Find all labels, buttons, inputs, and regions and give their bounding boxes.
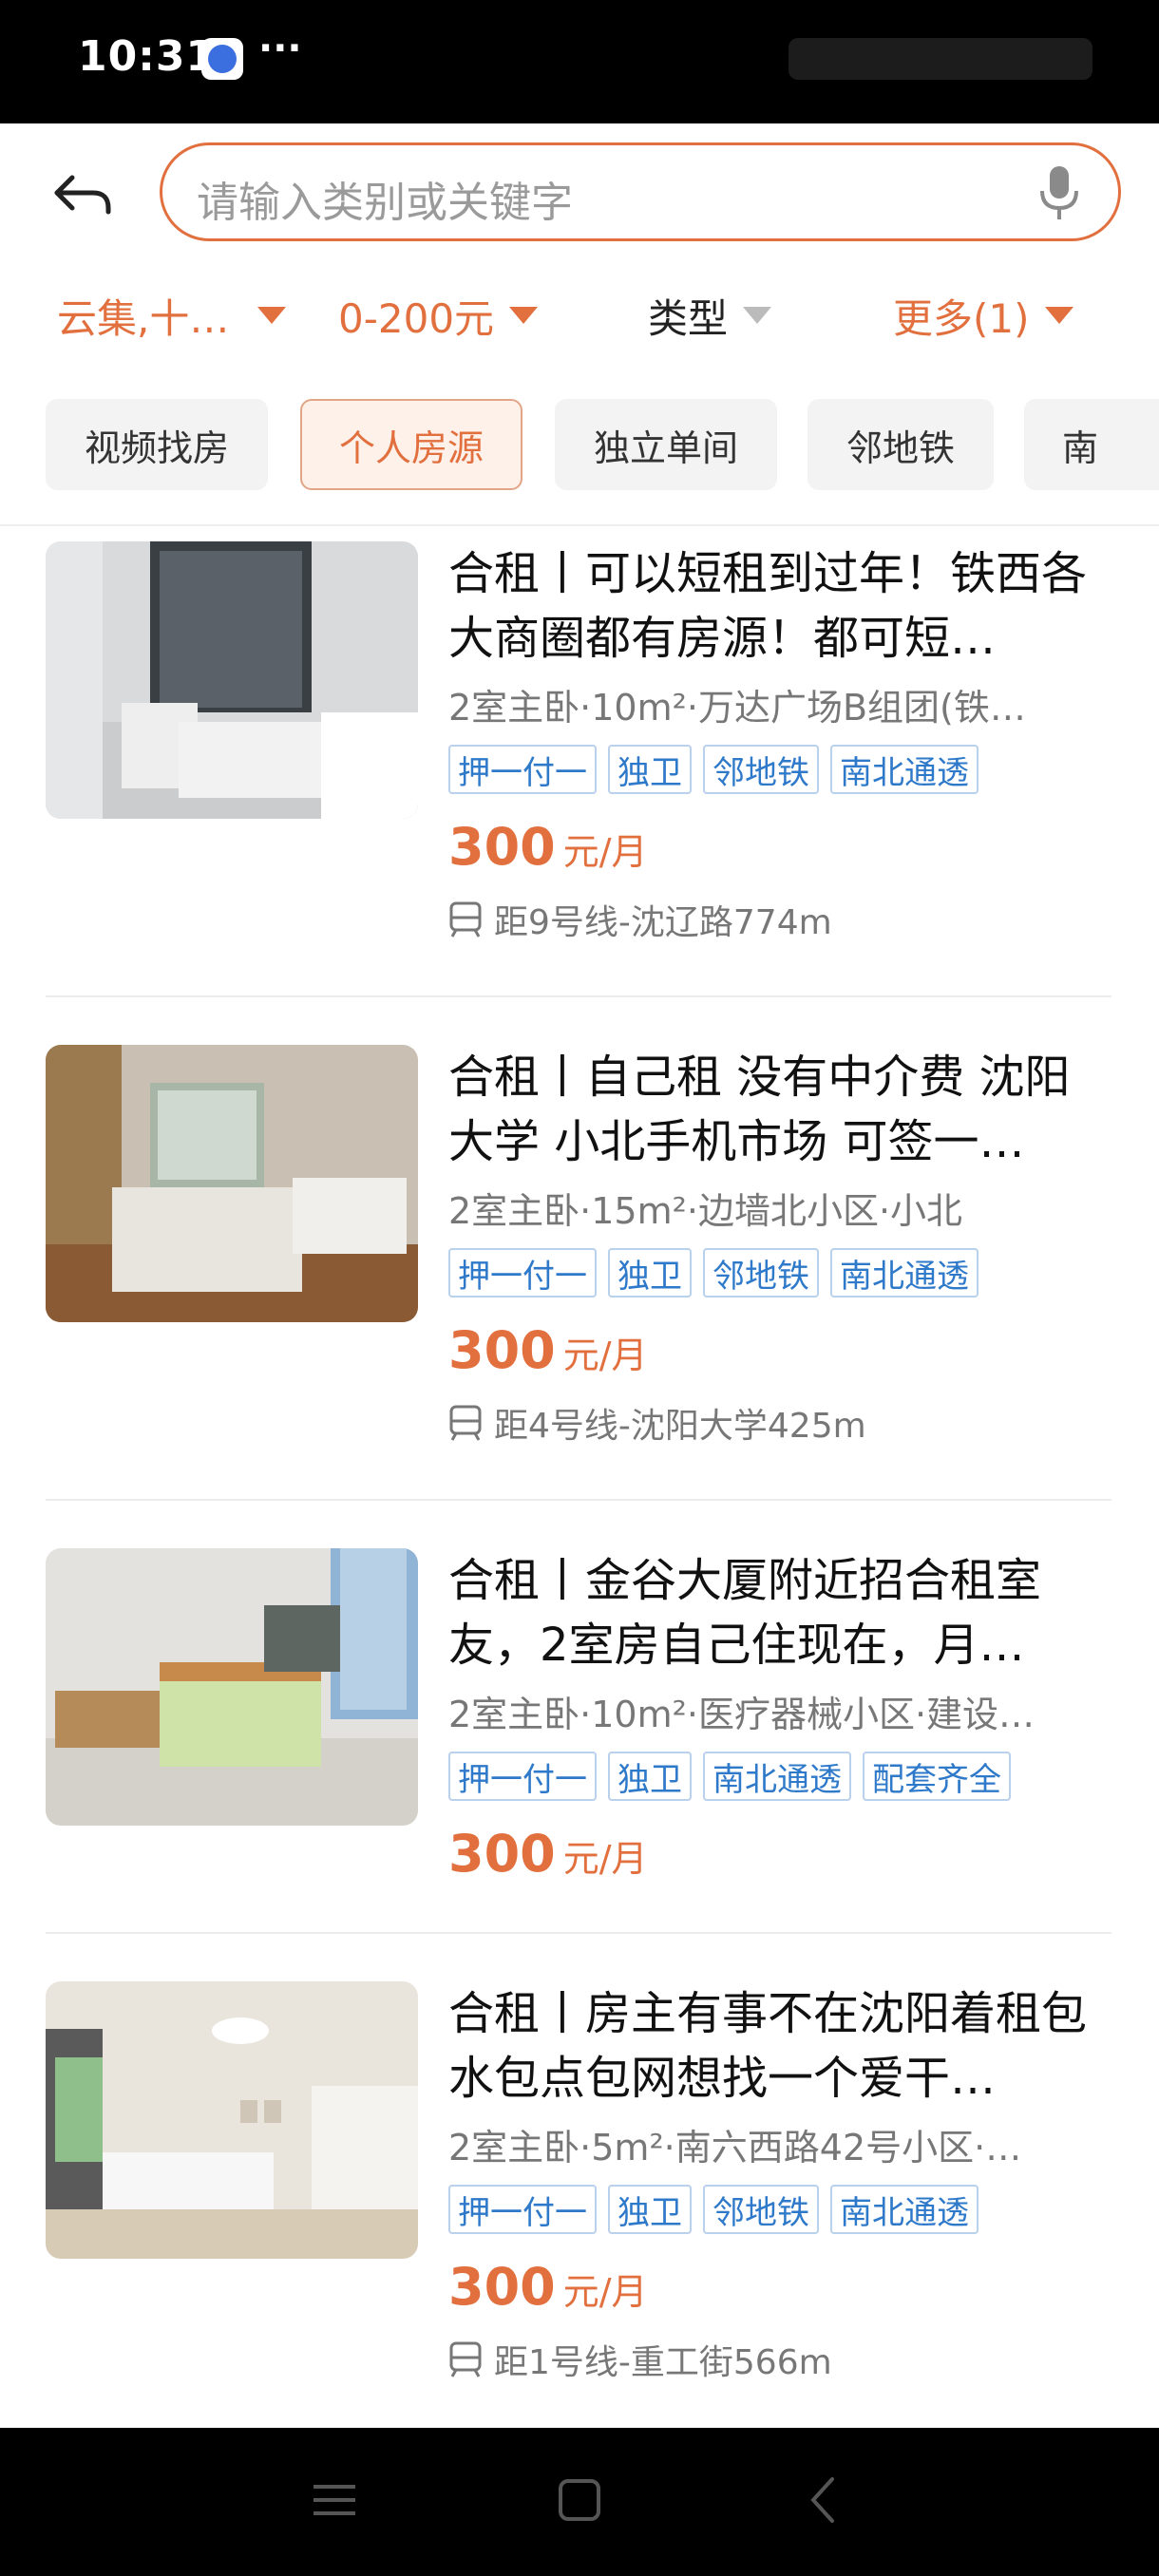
tag: 南北通透 (830, 745, 978, 794)
tag: 押一付一 (448, 1752, 597, 1801)
listing-subway: 距1号线-重工街566m (448, 2335, 832, 2384)
caret-down-icon (257, 307, 287, 324)
tag: 南北通透 (703, 1752, 851, 1801)
status-time: 10:31 (78, 32, 217, 81)
caret-down-icon (509, 307, 539, 324)
filter-more[interactable]: 更多(1) (893, 287, 1074, 344)
chip-south[interactable]: 南 (1024, 399, 1159, 490)
listing-price: 300 元/月 (448, 2257, 648, 2317)
listing-tags: 押一付一 独卫 南北通透 配套齐全 (448, 1752, 1011, 1801)
quick-tag-bar: 视频找房 个人房源 独立单间 邻地铁 南 (0, 388, 1159, 502)
listing-tags: 押一付一 独卫 邻地铁 南北通透 (448, 1248, 978, 1297)
filter-price-label: 0-200元 (338, 294, 495, 342)
microphone-icon[interactable] (1035, 164, 1084, 221)
listing-meta: 2室主卧·10m²·医疗器械小区·建设… (448, 1694, 1036, 1735)
tag: 南北通透 (830, 1248, 978, 1297)
divider (46, 1499, 1112, 1501)
listing-card[interactable]: 合租丨金谷大厦附近招合租室友，2室房自己住现在，月… 2室主卧·10m²·医疗器… (46, 1548, 1112, 1890)
divider (46, 1932, 1112, 1934)
tag: 独卫 (608, 1248, 692, 1297)
listing-tags: 押一付一 独卫 邻地铁 南北通透 (448, 745, 978, 794)
tag: 独卫 (608, 745, 692, 794)
tag: 邻地铁 (703, 745, 819, 794)
tag: 邻地铁 (703, 2185, 819, 2234)
tag: 配套齐全 (863, 1752, 1011, 1801)
listing-meta: 2室主卧·15m²·边墙北小区·小北 (448, 1190, 963, 1232)
price-value: 300 (448, 1824, 556, 1884)
system-nav-bar (0, 2428, 1159, 2576)
filter-price[interactable]: 0-200元 (338, 287, 539, 344)
price-value: 300 (448, 817, 556, 877)
search-input[interactable]: 请输入类别或关键字 (160, 142, 1121, 241)
baidu-app-icon (201, 38, 243, 80)
chip-single-room[interactable]: 独立单间 (555, 399, 777, 490)
subway-distance: 距4号线-沈阳大学425m (494, 1407, 866, 1446)
price-value: 300 (448, 2257, 556, 2317)
home-icon[interactable] (551, 2472, 608, 2529)
status-indicators (788, 38, 1092, 80)
filter-more-label: 更多(1) (893, 294, 1030, 342)
price-unit: 元/月 (562, 2271, 648, 2313)
listing-title: 合租丨金谷大厦附近招合租室友，2室房自己住现在，月… (448, 1554, 1042, 1672)
listing-tags: 押一付一 独卫 邻地铁 南北通透 (448, 2185, 978, 2234)
listing-photo (46, 541, 418, 819)
tag: 独卫 (608, 2185, 692, 2234)
subway-icon (449, 901, 482, 938)
listing-title: 合租丨房主有事不在沈阳着租包水包点包网想找一个爱干… (448, 1987, 1088, 2105)
tag: 南北通透 (830, 2185, 978, 2234)
listing-meta: 2室主卧·5m²·南六西路42号小区·… (448, 2127, 1022, 2169)
tag: 邻地铁 (703, 1248, 819, 1297)
chip-personal[interactable]: 个人房源 (300, 399, 522, 490)
status-bar: 10:31 ··· (0, 0, 1159, 123)
price-unit: 元/月 (562, 1838, 648, 1880)
subway-icon (449, 2341, 482, 2377)
app-page: 10:31 ··· 请输入类别或关键字 云集,十… 0-200元 类型 更多(1… (0, 0, 1159, 2576)
tag: 押一付一 (448, 2185, 597, 2234)
listing-price: 300 元/月 (448, 1824, 648, 1884)
subway-icon (449, 1405, 482, 1441)
listing-title: 合租丨自己租 没有中介费 沈阳大学 小北手机市场 可签一… (448, 1051, 1071, 1168)
menu-icon[interactable] (306, 2472, 363, 2529)
listing-subway: 距4号线-沈阳大学425m (448, 1398, 866, 1448)
back-button[interactable] (44, 161, 120, 228)
listing-card[interactable]: 合租丨自己租 没有中介费 沈阳大学 小北手机市场 可签一… 2室主卧·15m²·… (46, 1045, 1112, 1463)
status-more-icon: ··· (258, 27, 302, 70)
chip-near-subway[interactable]: 邻地铁 (808, 399, 994, 490)
listing-photo (46, 1548, 418, 1826)
filter-type[interactable]: 类型 (648, 287, 772, 344)
back-arrow-icon (54, 175, 111, 215)
price-unit: 元/月 (562, 831, 648, 873)
filter-bar: 云集,十… 0-200元 类型 更多(1) (0, 268, 1159, 372)
listing-photo (46, 1045, 418, 1322)
back-icon[interactable] (796, 2472, 853, 2529)
search-placeholder: 请输入类别或关键字 (197, 179, 573, 227)
listing-price: 300 元/月 (448, 817, 648, 877)
divider (46, 995, 1112, 997)
listing-title: 合租丨可以短租到过年！铁西各大商圈都有房源！都可短… (448, 547, 1088, 665)
search-header: 请输入类别或关键字 (0, 123, 1159, 266)
tag: 独卫 (608, 1752, 692, 1801)
price-unit: 元/月 (562, 1335, 648, 1376)
divider (0, 524, 1159, 526)
listing-subway: 距9号线-沈辽路774m (448, 895, 832, 944)
listing-price: 300 元/月 (448, 1320, 648, 1380)
price-value: 300 (448, 1320, 556, 1380)
listing-meta: 2室主卧·10m²·万达广场B组团(铁… (448, 687, 1026, 729)
caret-down-icon (1044, 307, 1074, 324)
listing-photo (46, 1981, 418, 2259)
filter-area-label: 云集,十… (57, 294, 230, 342)
chip-video[interactable]: 视频找房 (46, 399, 268, 490)
tag: 押一付一 (448, 1248, 597, 1297)
listing-card[interactable]: 合租丨房主有事不在沈阳着租包水包点包网想找一个爱干… 2室主卧·5m²·南六西路… (46, 1981, 1112, 2399)
caret-down-icon (743, 307, 772, 324)
listing-card[interactable]: 合租丨可以短租到过年！铁西各大商圈都有房源！都可短… 2室主卧·10m²·万达广… (46, 541, 1112, 959)
subway-distance: 距1号线-重工街566m (494, 2343, 832, 2382)
filter-type-label: 类型 (648, 294, 729, 342)
subway-distance: 距9号线-沈辽路774m (494, 903, 832, 942)
tag: 押一付一 (448, 745, 597, 794)
filter-area[interactable]: 云集,十… (57, 287, 287, 344)
